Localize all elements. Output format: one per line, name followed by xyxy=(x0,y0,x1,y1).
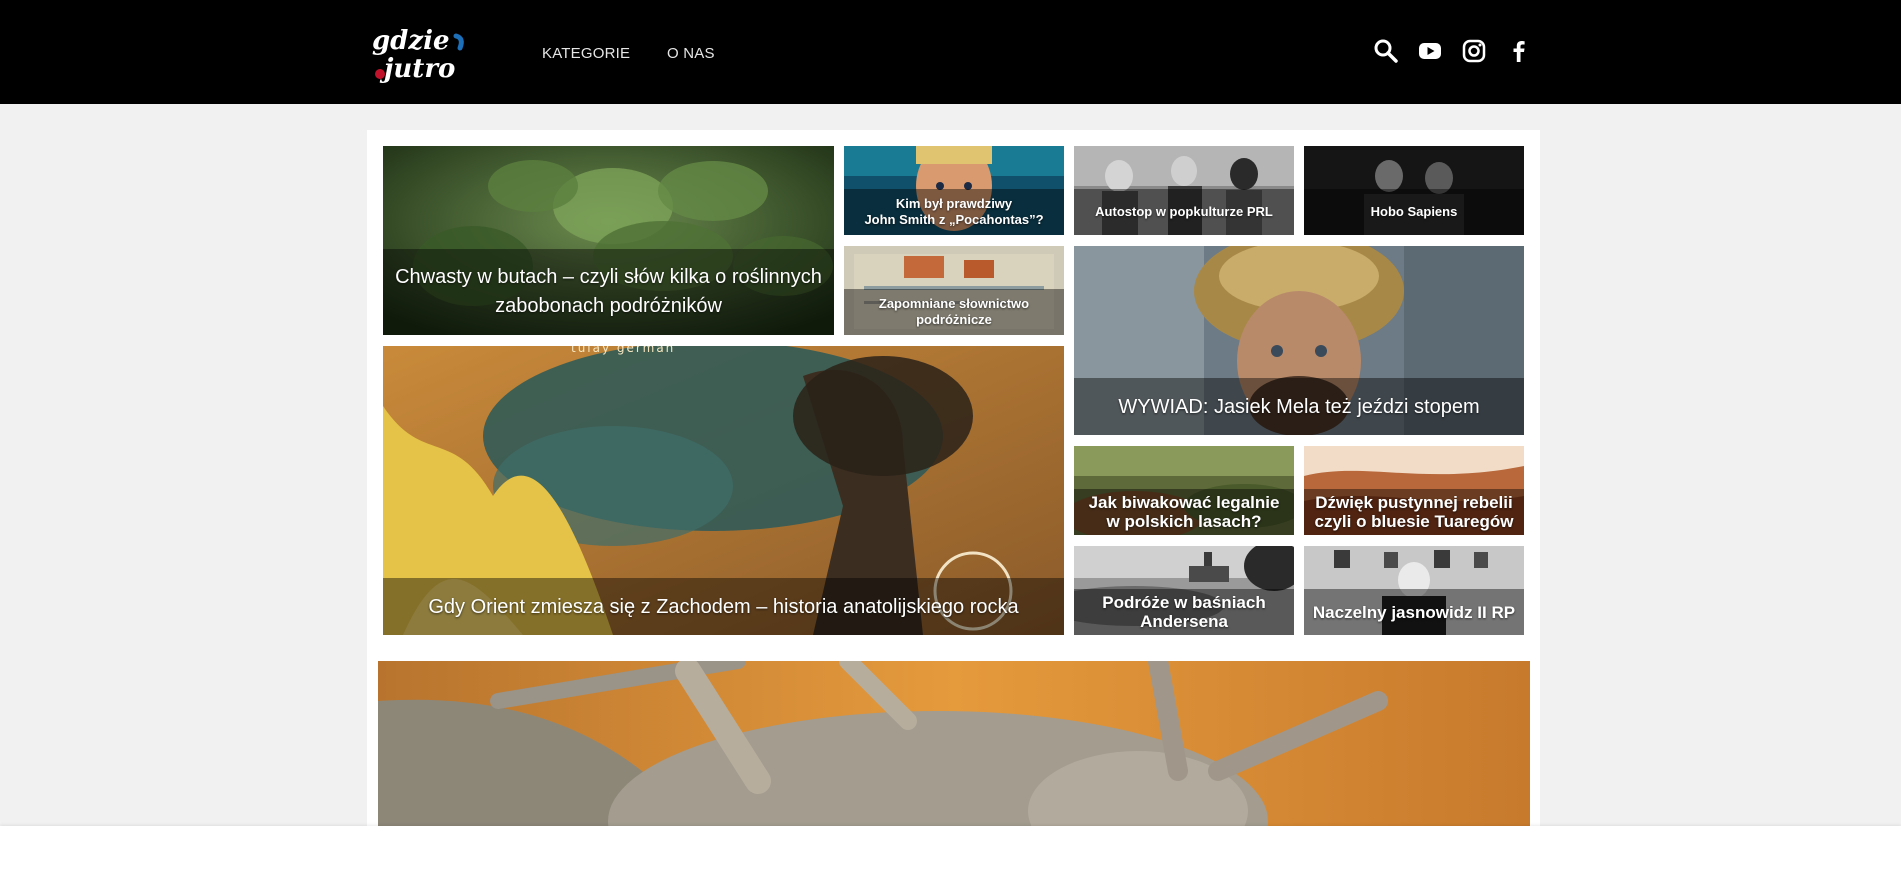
article-tile-pocahontas[interactable]: Kim był prawdziwy John Smith z „Pocahont… xyxy=(844,146,1064,235)
site-logo[interactable]: gdzie jutro xyxy=(370,22,466,88)
youtube-icon[interactable] xyxy=(1417,38,1443,64)
logo-text-bottom: jutro xyxy=(379,54,455,84)
article-caption: WYWIAD: Jasiek Mela też jeździ stopem xyxy=(1074,378,1524,435)
nav-kategorie[interactable]: KATEGORIE xyxy=(542,45,630,62)
logo-text-top: gdzie xyxy=(372,26,450,56)
article-tile-hobo[interactable]: Hobo Sapiens xyxy=(1304,146,1524,235)
instagram-icon[interactable] xyxy=(1461,38,1487,64)
beetle-macro-image xyxy=(378,661,1530,826)
article-caption: Dźwięk pustynnej rebelii czyli o bluesie… xyxy=(1304,489,1524,535)
article-caption: Hobo Sapiens xyxy=(1304,189,1524,235)
article-title: Naczelny jasnowidz II RP xyxy=(1312,602,1516,622)
nav-o-nas[interactable]: O NAS xyxy=(667,45,715,62)
article-title: Podróże w baśniach Andersena xyxy=(1102,593,1266,631)
article-title: Gdy Orient zmiesza się z Zachodem – hist… xyxy=(428,595,1019,618)
article-caption: Zapomniane słownictwo podróżnicze xyxy=(844,289,1064,335)
article-tile-tuareg[interactable]: Dźwięk pustynnej rebelii czyli o bluesie… xyxy=(1304,446,1524,535)
article-caption: Naczelny jasnowidz II RP xyxy=(1304,589,1524,635)
article-tile-wywiad[interactable]: WYWIAD: Jasiek Mela też jeździ stopem xyxy=(1074,246,1524,435)
article-title: Kim był prawdziwy John Smith z „Pocahont… xyxy=(864,196,1044,227)
orient-art-text: tulay german xyxy=(571,346,675,355)
article-tile-slownictwo[interactable]: Zapomniane słownictwo podróżnicze xyxy=(844,246,1064,335)
page-bottom-area xyxy=(0,826,1901,896)
article-title: Autostop w popkulturze PRL xyxy=(1095,204,1273,219)
search-icon[interactable] xyxy=(1373,38,1399,64)
article-tile-biwak[interactable]: Jak biwakować legalnie w polskich lasach… xyxy=(1074,446,1294,535)
article-tile-jasnowidz[interactable]: Naczelny jasnowidz II RP xyxy=(1304,546,1524,635)
article-tile-autostop[interactable]: Autostop w popkulturze PRL xyxy=(1074,146,1294,235)
article-caption: Chwasty w butach – czyli słów kilka o ro… xyxy=(383,249,834,335)
article-caption: Podróże w baśniach Andersena xyxy=(1074,589,1294,635)
article-title: Zapomniane słownictwo podróżnicze xyxy=(878,296,1030,327)
facebook-icon[interactable] xyxy=(1506,38,1532,64)
article-title: Chwasty w butach – czyli słów kilka o ro… xyxy=(395,266,822,317)
article-caption: Jak biwakować legalnie w polskich lasach… xyxy=(1074,489,1294,535)
article-tile-chwasty[interactable]: Chwasty w butach – czyli słów kilka o ro… xyxy=(383,146,834,335)
article-title: Jak biwakować legalnie w polskich lasach… xyxy=(1088,493,1280,531)
top-navigation-bar: gdzie jutro KATEGORIE O NAS xyxy=(0,0,1901,104)
article-title: WYWIAD: Jasiek Mela też jeździ stopem xyxy=(1118,395,1480,418)
featured-article-image-beetle[interactable] xyxy=(378,661,1530,826)
article-tile-andersen[interactable]: Podróże w baśniach Andersena xyxy=(1074,546,1294,635)
article-title: Dźwięk pustynnej rebelii czyli o bluesie… xyxy=(1314,493,1514,531)
article-caption: Kim był prawdziwy John Smith z „Pocahont… xyxy=(844,189,1064,235)
article-caption: Autostop w popkulturze PRL xyxy=(1074,189,1294,235)
article-caption: Gdy Orient zmiesza się z Zachodem – hist… xyxy=(383,578,1064,635)
article-title: Hobo Sapiens xyxy=(1370,204,1458,219)
article-tile-orient[interactable]: tulay german Gdy Orient zmiesza się z Za… xyxy=(383,346,1064,635)
